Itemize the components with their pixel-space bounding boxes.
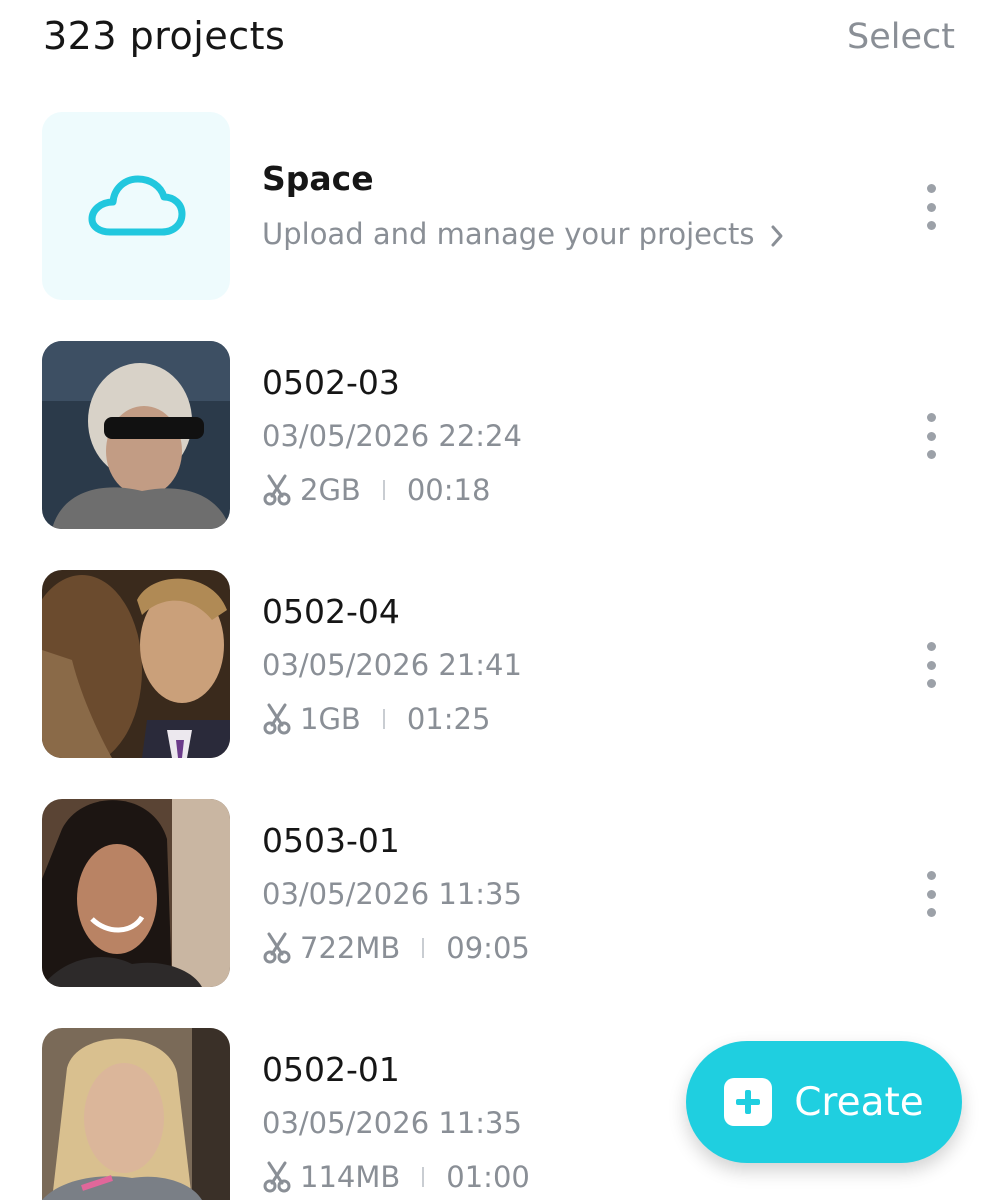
project-thumbnail xyxy=(42,1028,230,1200)
project-size: 1GB xyxy=(300,702,361,736)
project-date: 03/05/2026 11:35 xyxy=(262,877,522,911)
project-duration: 09:05 xyxy=(446,931,530,965)
project-duration: 01:25 xyxy=(406,702,491,736)
project-thumbnail xyxy=(42,799,230,987)
project-name: 0502-04 xyxy=(262,592,400,631)
project-count: 323 projects xyxy=(43,14,286,58)
project-date: 03/05/2026 21:41 xyxy=(262,648,522,682)
project-date: 03/05/2026 11:35 xyxy=(262,1106,522,1140)
space-subtitle-link[interactable]: Upload and manage your projects xyxy=(262,217,784,251)
project-more-icon[interactable] xyxy=(918,642,944,688)
scissors-icon xyxy=(263,1161,291,1193)
chevron-right-icon xyxy=(771,225,783,247)
scissors-icon xyxy=(263,703,291,735)
project-more-icon[interactable] xyxy=(918,871,944,917)
space-thumbnail xyxy=(42,112,230,300)
project-name: 0502-01 xyxy=(262,1050,400,1089)
project-name: 0502-03 xyxy=(262,363,400,402)
project-thumbnail xyxy=(42,341,230,529)
project-more-icon[interactable] xyxy=(918,413,944,459)
divider xyxy=(382,709,385,729)
project-size: 114MB xyxy=(300,1160,401,1194)
plus-square-icon xyxy=(724,1078,773,1126)
header: 323 projects Select xyxy=(0,0,999,90)
select-button[interactable]: Select xyxy=(847,17,955,57)
create-button[interactable]: Create xyxy=(686,1041,962,1163)
project-row[interactable]: 0502-03 03/05/2026 22:24 2GB 00:18 xyxy=(0,341,999,531)
space-subtitle: Upload and manage your projects xyxy=(262,217,755,251)
space-row[interactable]: Space Upload and manage your projects xyxy=(0,112,999,302)
project-duration: 00:18 xyxy=(406,473,491,507)
scissors-icon xyxy=(263,474,291,506)
project-meta: 1GB 01:25 xyxy=(262,701,490,737)
space-more-icon[interactable] xyxy=(918,184,944,230)
project-meta: 722MB 09:05 xyxy=(262,930,530,966)
project-duration: 01:00 xyxy=(446,1160,530,1194)
divider xyxy=(422,938,425,958)
scissors-icon xyxy=(263,932,291,964)
project-meta: 114MB 01:00 xyxy=(262,1159,530,1195)
project-row[interactable]: 0503-01 03/05/2026 11:35 722MB 09:05 xyxy=(0,799,999,989)
project-thumbnail xyxy=(42,570,230,758)
divider xyxy=(422,1167,425,1187)
project-row[interactable]: 0502-04 03/05/2026 21:41 1GB 01:25 xyxy=(0,570,999,760)
project-size: 722MB xyxy=(300,931,401,965)
cloud-icon xyxy=(88,175,186,236)
divider xyxy=(382,480,385,500)
project-size: 2GB xyxy=(300,473,361,507)
create-label: Create xyxy=(794,1079,924,1125)
project-name: 0503-01 xyxy=(262,821,400,860)
space-title: Space xyxy=(262,159,374,198)
project-meta: 2GB 00:18 xyxy=(262,472,490,508)
project-date: 03/05/2026 22:24 xyxy=(262,419,522,453)
